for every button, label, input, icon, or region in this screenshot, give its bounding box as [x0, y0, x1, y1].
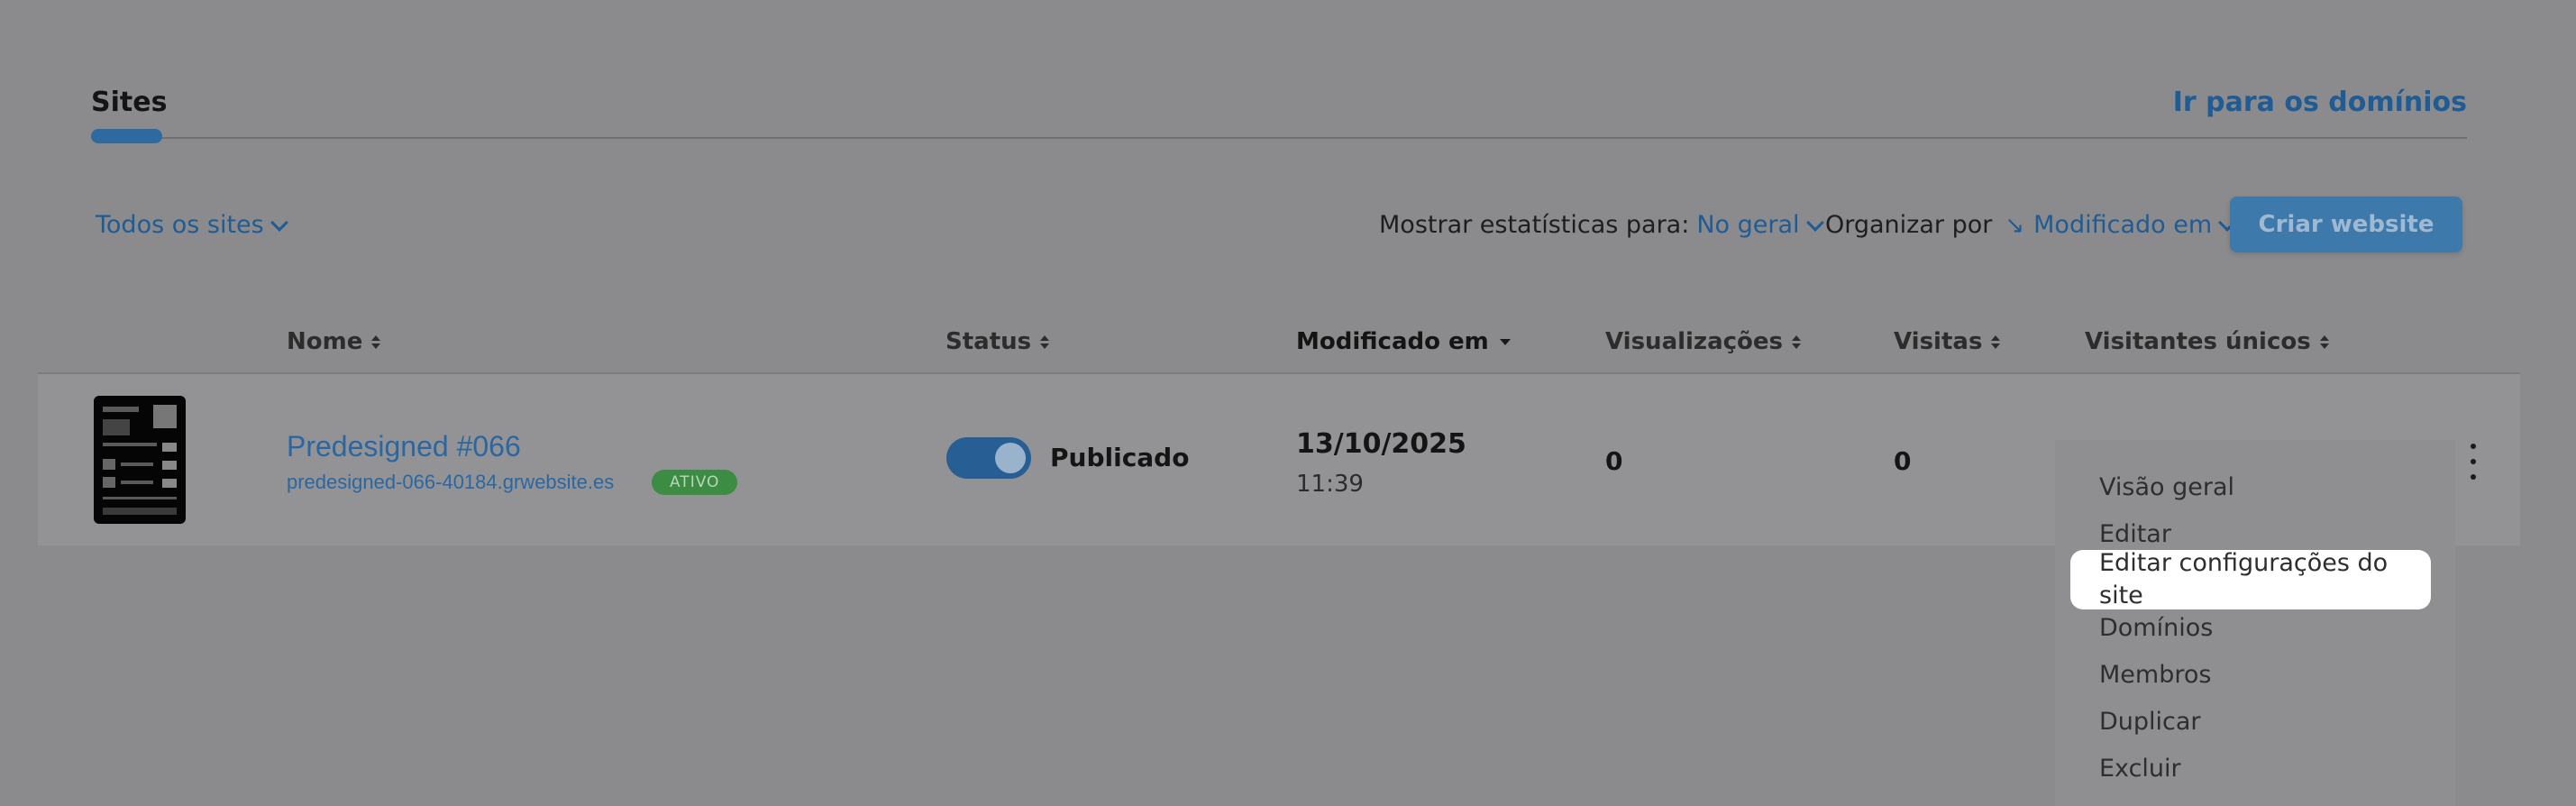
- menu-item-delete[interactable]: Excluir: [2099, 753, 2181, 785]
- sort-dropdown[interactable]: ↘ Modificado em: [2005, 209, 2237, 242]
- active-tab-indicator: [91, 129, 162, 143]
- toggle-knob: [995, 443, 1026, 473]
- stats-label: Mostrar estatísticas para:: [1379, 211, 1690, 239]
- site-thumbnail[interactable]: [94, 396, 186, 524]
- column-status-label: Status: [945, 328, 1032, 355]
- sort-icon: [1040, 334, 1050, 349]
- modified-time: 11:39: [1296, 471, 1364, 498]
- status-badge: ATIVO: [652, 470, 738, 495]
- views-count: 0: [1605, 446, 1623, 476]
- stats-value: No geral: [1696, 211, 1800, 239]
- column-modified-label: Modificado em: [1296, 328, 1489, 355]
- visits-count: 0: [1894, 446, 1912, 476]
- modified-date: 13/10/2025: [1296, 428, 1466, 460]
- publish-toggle[interactable]: [946, 437, 1031, 479]
- menu-item-members[interactable]: Membros: [2099, 659, 2211, 692]
- stats-dropdown[interactable]: No geral: [1696, 209, 1824, 242]
- all-sites-filter[interactable]: Todos os sites: [96, 209, 288, 242]
- menu-item-domains[interactable]: Domínios: [2099, 612, 2213, 645]
- menu-item-edit[interactable]: Editar: [2099, 518, 2171, 551]
- more-options-icon[interactable]: [2464, 444, 2482, 480]
- column-views-label: Visualizações: [1605, 328, 1783, 355]
- column-header-visits[interactable]: Visitas: [1894, 326, 2001, 357]
- sort-label: Organizar por: [1825, 211, 1993, 239]
- chevron-down-icon: [269, 214, 288, 232]
- all-sites-label: Todos os sites: [96, 211, 264, 239]
- column-header-views[interactable]: Visualizações: [1605, 326, 1801, 357]
- column-header-name[interactable]: Nome: [287, 326, 381, 357]
- goto-domains-link[interactable]: Ir para os domínios: [2173, 85, 2467, 121]
- column-name-label: Nome: [287, 328, 363, 355]
- column-visits-label: Visitas: [1894, 328, 1983, 355]
- column-header-status[interactable]: Status: [945, 326, 1050, 357]
- sort-icon: [2319, 334, 2329, 349]
- menu-item-overview[interactable]: Visão geral: [2099, 472, 2234, 504]
- tabs-divider: [91, 137, 2467, 139]
- site-url-link[interactable]: predesigned-066-40184.grwebsite.es: [287, 469, 614, 496]
- stats-filter: Mostrar estatísticas para: No geral: [1379, 209, 1824, 242]
- site-name-link[interactable]: Predesigned #066: [287, 427, 521, 465]
- chevron-down-icon: [1805, 214, 1824, 232]
- column-header-modified[interactable]: Modificado em: [1296, 326, 1511, 357]
- sort-direction-icon: ↘: [2005, 212, 2025, 239]
- menu-item-edit-site-settings[interactable]: Editar configurações do site: [2070, 549, 2431, 609]
- column-header-unique[interactable]: Visitantes únicos: [2085, 326, 2329, 357]
- sort-value: Modificado em: [2033, 211, 2213, 239]
- site-actions-menu: Visão geral Editar Editar configurações …: [2055, 440, 2455, 806]
- sort-icon: [371, 334, 381, 349]
- publish-status-label: Publicado: [1050, 443, 1190, 472]
- tab-sites[interactable]: Sites: [91, 85, 167, 121]
- sort-icon: [1991, 334, 2001, 349]
- sort-desc-icon: [1499, 338, 1511, 345]
- sort-icon: [1792, 334, 1801, 349]
- menu-item-duplicate[interactable]: Duplicar: [2099, 706, 2201, 738]
- create-website-button[interactable]: Criar website: [2230, 197, 2462, 252]
- sort-filter: Organizar por ↘ Modificado em: [1825, 209, 2237, 242]
- column-unique-label: Visitantes únicos: [2085, 328, 2311, 355]
